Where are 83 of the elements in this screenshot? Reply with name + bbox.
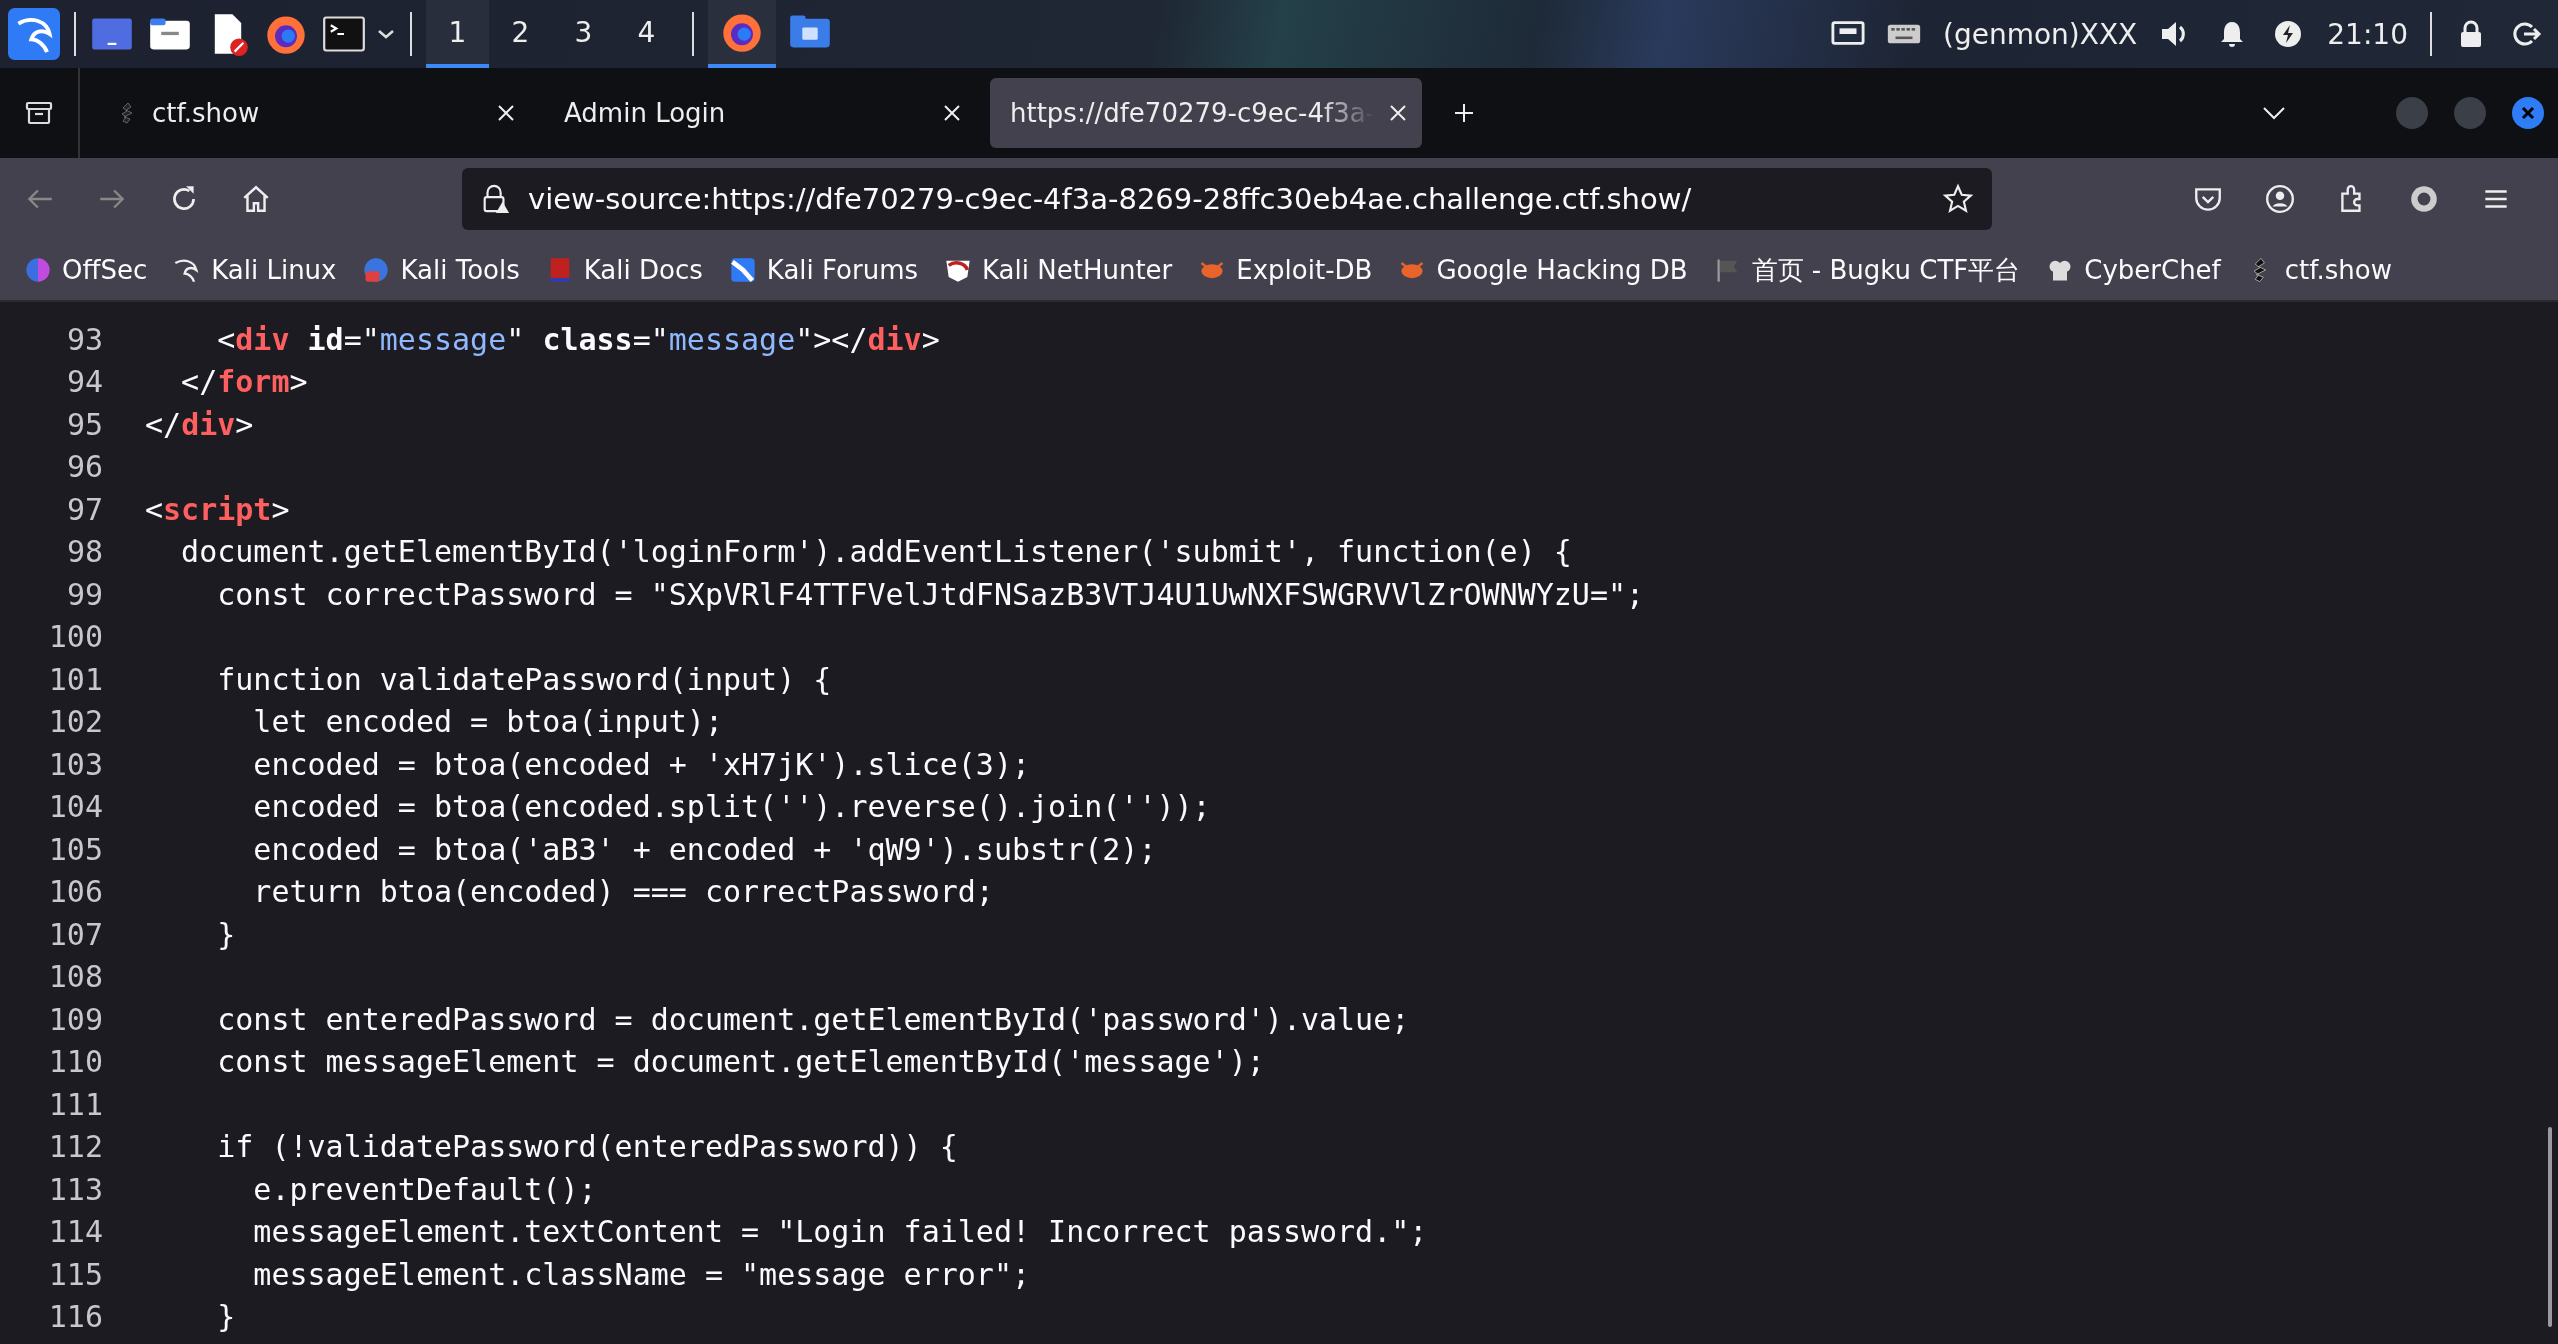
code-line: e.preventDefault();: [252, 1171, 597, 1207]
line-number: 106: [47, 874, 103, 910]
circle-icon[interactable]: [2408, 183, 2440, 215]
browser-tab[interactable]: ctf.show: [98, 78, 530, 148]
browser-tab[interactable]: Admin Login: [544, 78, 976, 148]
line-number: 101: [47, 661, 103, 697]
close-icon[interactable]: [496, 103, 516, 123]
bookmark-item[interactable]: CyberChef: [2046, 255, 2221, 285]
badge-icon: [362, 256, 391, 284]
bookmark-item[interactable]: ctf.show: [2246, 255, 2392, 285]
line-number: 98: [65, 534, 103, 570]
code-line: const correctPassword = "SXpVRlF4TTFVelJtdFNSazB3VTJ4U1UwNXFSWGRVVlZrOWNWYzU=";: [216, 576, 1645, 612]
account-icon[interactable]: [2264, 183, 2296, 215]
star-icon[interactable]: [1942, 183, 1974, 215]
bookmark-item[interactable]: 首页 - Bugku CTF平台: [1713, 252, 2021, 288]
line-number: 109: [47, 1001, 103, 1037]
line-number: 104: [47, 789, 103, 825]
line-number: 105: [47, 831, 103, 867]
line-number: 99: [65, 576, 103, 612]
genmon-label[interactable]: (genmon)XXX: [1943, 17, 2138, 51]
line-number: 93: [65, 321, 103, 357]
bookmark-item[interactable]: Exploit-DB: [1198, 255, 1373, 285]
code-line: encoded = btoa(encoded + 'xH7jK').slice(3);: [252, 746, 1030, 782]
workspace-button[interactable]: 2: [489, 0, 552, 68]
close-icon[interactable]: [1388, 103, 1408, 123]
bookmark-item[interactable]: Kali NetHunter: [944, 255, 1173, 285]
address-field[interactable]: view-source:https://dfe70279-c9ec-4f3a-8269-28ffc30eb4ae.challenge.ctf.show/: [462, 168, 1992, 230]
window-button[interactable]: [708, 0, 776, 68]
code-line: <div id="message" class="message"></div>: [216, 321, 940, 357]
line-number: 103: [47, 746, 103, 782]
code-line: let encoded = btoa(input);: [252, 704, 723, 740]
bookmark-item[interactable]: OffSec: [24, 255, 148, 285]
workspace-button[interactable]: 3: [552, 0, 615, 68]
half-circle-icon: [24, 256, 52, 284]
dragon-logo-icon[interactable]: [8, 8, 60, 60]
line-number: 107: [47, 916, 103, 952]
line-number: 111: [47, 1086, 103, 1122]
close-icon[interactable]: [942, 103, 962, 123]
tab-title: ctf.show: [152, 98, 261, 128]
scrollbar[interactable]: [2548, 1127, 2552, 1327]
line-number: 113: [47, 1171, 103, 1207]
code-line: return btoa(encoded) === correctPassword;: [252, 874, 994, 910]
line-number: 114: [47, 1214, 103, 1250]
code-line: </div>: [145, 406, 254, 442]
code-line: <script>: [145, 491, 290, 527]
line-number: 94: [65, 364, 103, 400]
tab-title: Admin Login: [564, 98, 727, 128]
bookmark-item[interactable]: Kali Docs: [545, 255, 703, 285]
browser-tab[interactable]: https://dfe70279-c9ec-4f3a-: [990, 78, 1422, 148]
clock[interactable]: 21:10: [2327, 17, 2408, 51]
bookmark-item[interactable]: Kali Forums: [728, 255, 918, 285]
code-line: encoded = btoa('aB3' + encoded + 'qW9').substr(2);: [252, 831, 1157, 867]
line-number: 95: [65, 406, 103, 442]
line-number: 97: [65, 491, 103, 527]
code-line: </form>: [180, 364, 308, 400]
line-number: 100: [47, 619, 103, 655]
code-line: messageElement.className = "message error";: [252, 1256, 1030, 1292]
code-line: function validatePassword(input) {: [216, 661, 832, 697]
tab-title: https://dfe70279-c9ec-4f3a-: [1010, 98, 1374, 128]
code-line: }: [216, 1299, 236, 1335]
line-number: 112: [47, 1129, 103, 1165]
code-line: const messageElement = document.getElementById('message');: [216, 1044, 1265, 1080]
line-number: 115: [47, 1256, 103, 1292]
line-number: 96: [65, 449, 103, 485]
bookmark-item[interactable]: Kali Linux: [173, 255, 337, 285]
bookmark-item[interactable]: Google Hacking DB: [1398, 255, 1688, 285]
bookmark-item[interactable]: Kali Tools: [362, 255, 520, 285]
line-number: 102: [47, 704, 103, 740]
code-line: messageElement.textContent = "Login failed! Incorrect password.";: [252, 1214, 1428, 1250]
code-line: const enteredPassword = document.getElementById('password').value;: [216, 1001, 1410, 1037]
code-line: if (!validatePassword(enteredPassword)) {: [216, 1129, 958, 1165]
line-number: 108: [47, 959, 103, 995]
code-line: document.getElementById('loginForm').addEventListener('submit', function(e) {: [180, 534, 1572, 570]
new-tab-icon[interactable]: [1452, 101, 1476, 125]
line-number: 110: [47, 1044, 103, 1080]
caret-icon[interactable]: [376, 28, 396, 40]
chevron-icon[interactable]: [2262, 106, 2286, 120]
workspace-button[interactable]: 1: [426, 0, 489, 68]
url-text: view-source:https://dfe70279-c9ec-4f3a-8269-28ffc30eb4ae.challenge.ctf.show/: [528, 182, 1693, 216]
line-number: 116: [47, 1299, 103, 1335]
code-line: encoded = btoa(encoded.split('').reverse().join(''));: [252, 789, 1211, 825]
workspace-button[interactable]: 4: [615, 0, 678, 68]
code-line: }: [216, 916, 236, 952]
